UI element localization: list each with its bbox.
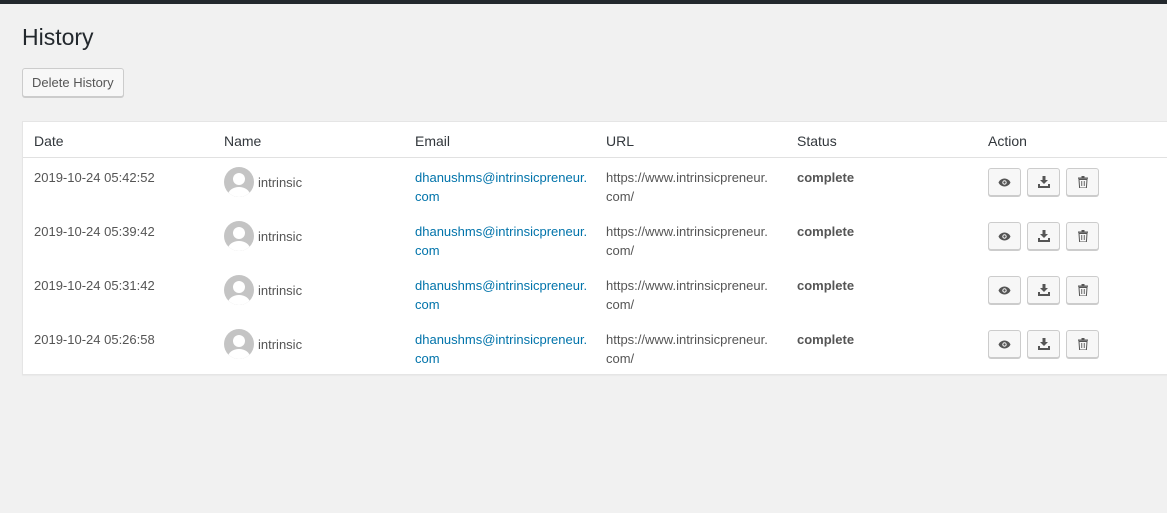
avatar: [224, 329, 254, 359]
avatar: [224, 275, 254, 305]
url-line-2: com/: [606, 351, 635, 366]
url-line-1: https://www.intrinsicpreneur.: [606, 224, 768, 239]
download-icon: [1037, 284, 1050, 296]
row-actions: [988, 330, 1099, 358]
column-header-action: Action: [988, 133, 1027, 149]
delete-button[interactable]: [1066, 168, 1099, 196]
admin-top-bar: [0, 0, 1167, 4]
row-url: https://www.intrinsicpreneur. com/: [606, 168, 786, 206]
email-line-2: com: [415, 189, 440, 204]
row-email-link[interactable]: dhanushms@intrinsicpreneur. com: [415, 276, 595, 314]
row-actions: [988, 222, 1099, 250]
download-icon: [1037, 230, 1050, 242]
email-line-2: com: [415, 297, 440, 312]
email-line-1: dhanushms@intrinsicpreneur.: [415, 332, 588, 347]
delete-button[interactable]: [1066, 330, 1099, 358]
download-button[interactable]: [1027, 330, 1060, 358]
download-button[interactable]: [1027, 168, 1060, 196]
row-date: 2019-10-24 05:39:42: [34, 224, 155, 239]
email-line-2: com: [415, 351, 440, 366]
eye-icon: [998, 286, 1011, 294]
email-line-1: dhanushms@intrinsicpreneur.: [415, 224, 588, 239]
avatar: [224, 221, 254, 251]
row-name: intrinsic: [224, 167, 302, 197]
view-button[interactable]: [988, 276, 1021, 304]
row-name: intrinsic: [224, 221, 302, 251]
table-row: 2019-10-24 05:31:42 intrinsic dhanushms@…: [23, 267, 1167, 321]
row-url: https://www.intrinsicpreneur. com/: [606, 276, 786, 314]
download-icon: [1037, 338, 1050, 350]
avatar: [224, 167, 254, 197]
row-date: 2019-10-24 05:26:58: [34, 332, 155, 347]
row-actions: [988, 276, 1099, 304]
row-name-text: intrinsic: [258, 174, 303, 190]
url-line-1: https://www.intrinsicpreneur.: [606, 170, 768, 185]
row-email-link[interactable]: dhanushms@intrinsicpreneur. com: [415, 222, 595, 260]
row-actions: [988, 168, 1099, 196]
row-email-link[interactable]: dhanushms@intrinsicpreneur. com: [415, 330, 595, 368]
view-button[interactable]: [988, 168, 1021, 196]
eye-icon: [998, 340, 1011, 348]
column-header-name: Name: [224, 133, 262, 149]
email-line-1: dhanushms@intrinsicpreneur.: [415, 278, 588, 293]
row-status: complete: [797, 278, 855, 293]
row-url: https://www.intrinsicpreneur. com/: [606, 330, 786, 368]
row-status: complete: [797, 224, 855, 239]
column-header-date: Date: [34, 133, 64, 149]
row-name: intrinsic: [224, 275, 302, 305]
view-button[interactable]: [988, 222, 1021, 250]
delete-history-button[interactable]: Delete History: [22, 68, 124, 97]
history-table: Date Name Email URL Status Action 2019-1…: [22, 121, 1167, 375]
url-line-2: com/: [606, 189, 635, 204]
column-header-status: Status: [797, 133, 837, 149]
column-header-url: URL: [606, 133, 635, 149]
email-line-2: com: [415, 243, 440, 258]
row-status: complete: [797, 332, 855, 347]
view-button[interactable]: [988, 330, 1021, 358]
download-button[interactable]: [1027, 276, 1060, 304]
row-email-link[interactable]: dhanushms@intrinsicpreneur. com: [415, 168, 595, 206]
row-name-text: intrinsic: [258, 282, 303, 298]
trash-icon: [1077, 176, 1088, 188]
row-name-text: intrinsic: [258, 336, 303, 352]
trash-icon: [1077, 230, 1088, 242]
url-line-1: https://www.intrinsicpreneur.: [606, 332, 768, 347]
table-row: 2019-10-24 05:39:42 intrinsic dhanushms@…: [23, 213, 1167, 267]
row-url: https://www.intrinsicpreneur. com/: [606, 222, 786, 260]
trash-icon: [1077, 284, 1088, 296]
page-title: History: [22, 24, 94, 50]
table-row: 2019-10-24 05:26:58 intrinsic dhanushms@…: [23, 321, 1167, 375]
table-row: 2019-10-24 05:42:52 intrinsic dhanushms@…: [23, 159, 1167, 213]
url-line-1: https://www.intrinsicpreneur.: [606, 278, 768, 293]
url-line-2: com/: [606, 297, 635, 312]
download-icon: [1037, 176, 1050, 188]
delete-button[interactable]: [1066, 222, 1099, 250]
row-date: 2019-10-24 05:42:52: [34, 170, 155, 185]
row-date: 2019-10-24 05:31:42: [34, 278, 155, 293]
delete-button[interactable]: [1066, 276, 1099, 304]
download-button[interactable]: [1027, 222, 1060, 250]
row-status: complete: [797, 170, 855, 185]
row-name: intrinsic: [224, 329, 302, 359]
table-header: Date Name Email URL Status Action: [23, 122, 1167, 158]
column-header-email: Email: [415, 133, 451, 149]
eye-icon: [998, 178, 1011, 186]
url-line-2: com/: [606, 243, 635, 258]
email-line-1: dhanushms@intrinsicpreneur.: [415, 170, 588, 185]
trash-icon: [1077, 338, 1088, 350]
row-name-text: intrinsic: [258, 228, 303, 244]
eye-icon: [998, 232, 1011, 240]
